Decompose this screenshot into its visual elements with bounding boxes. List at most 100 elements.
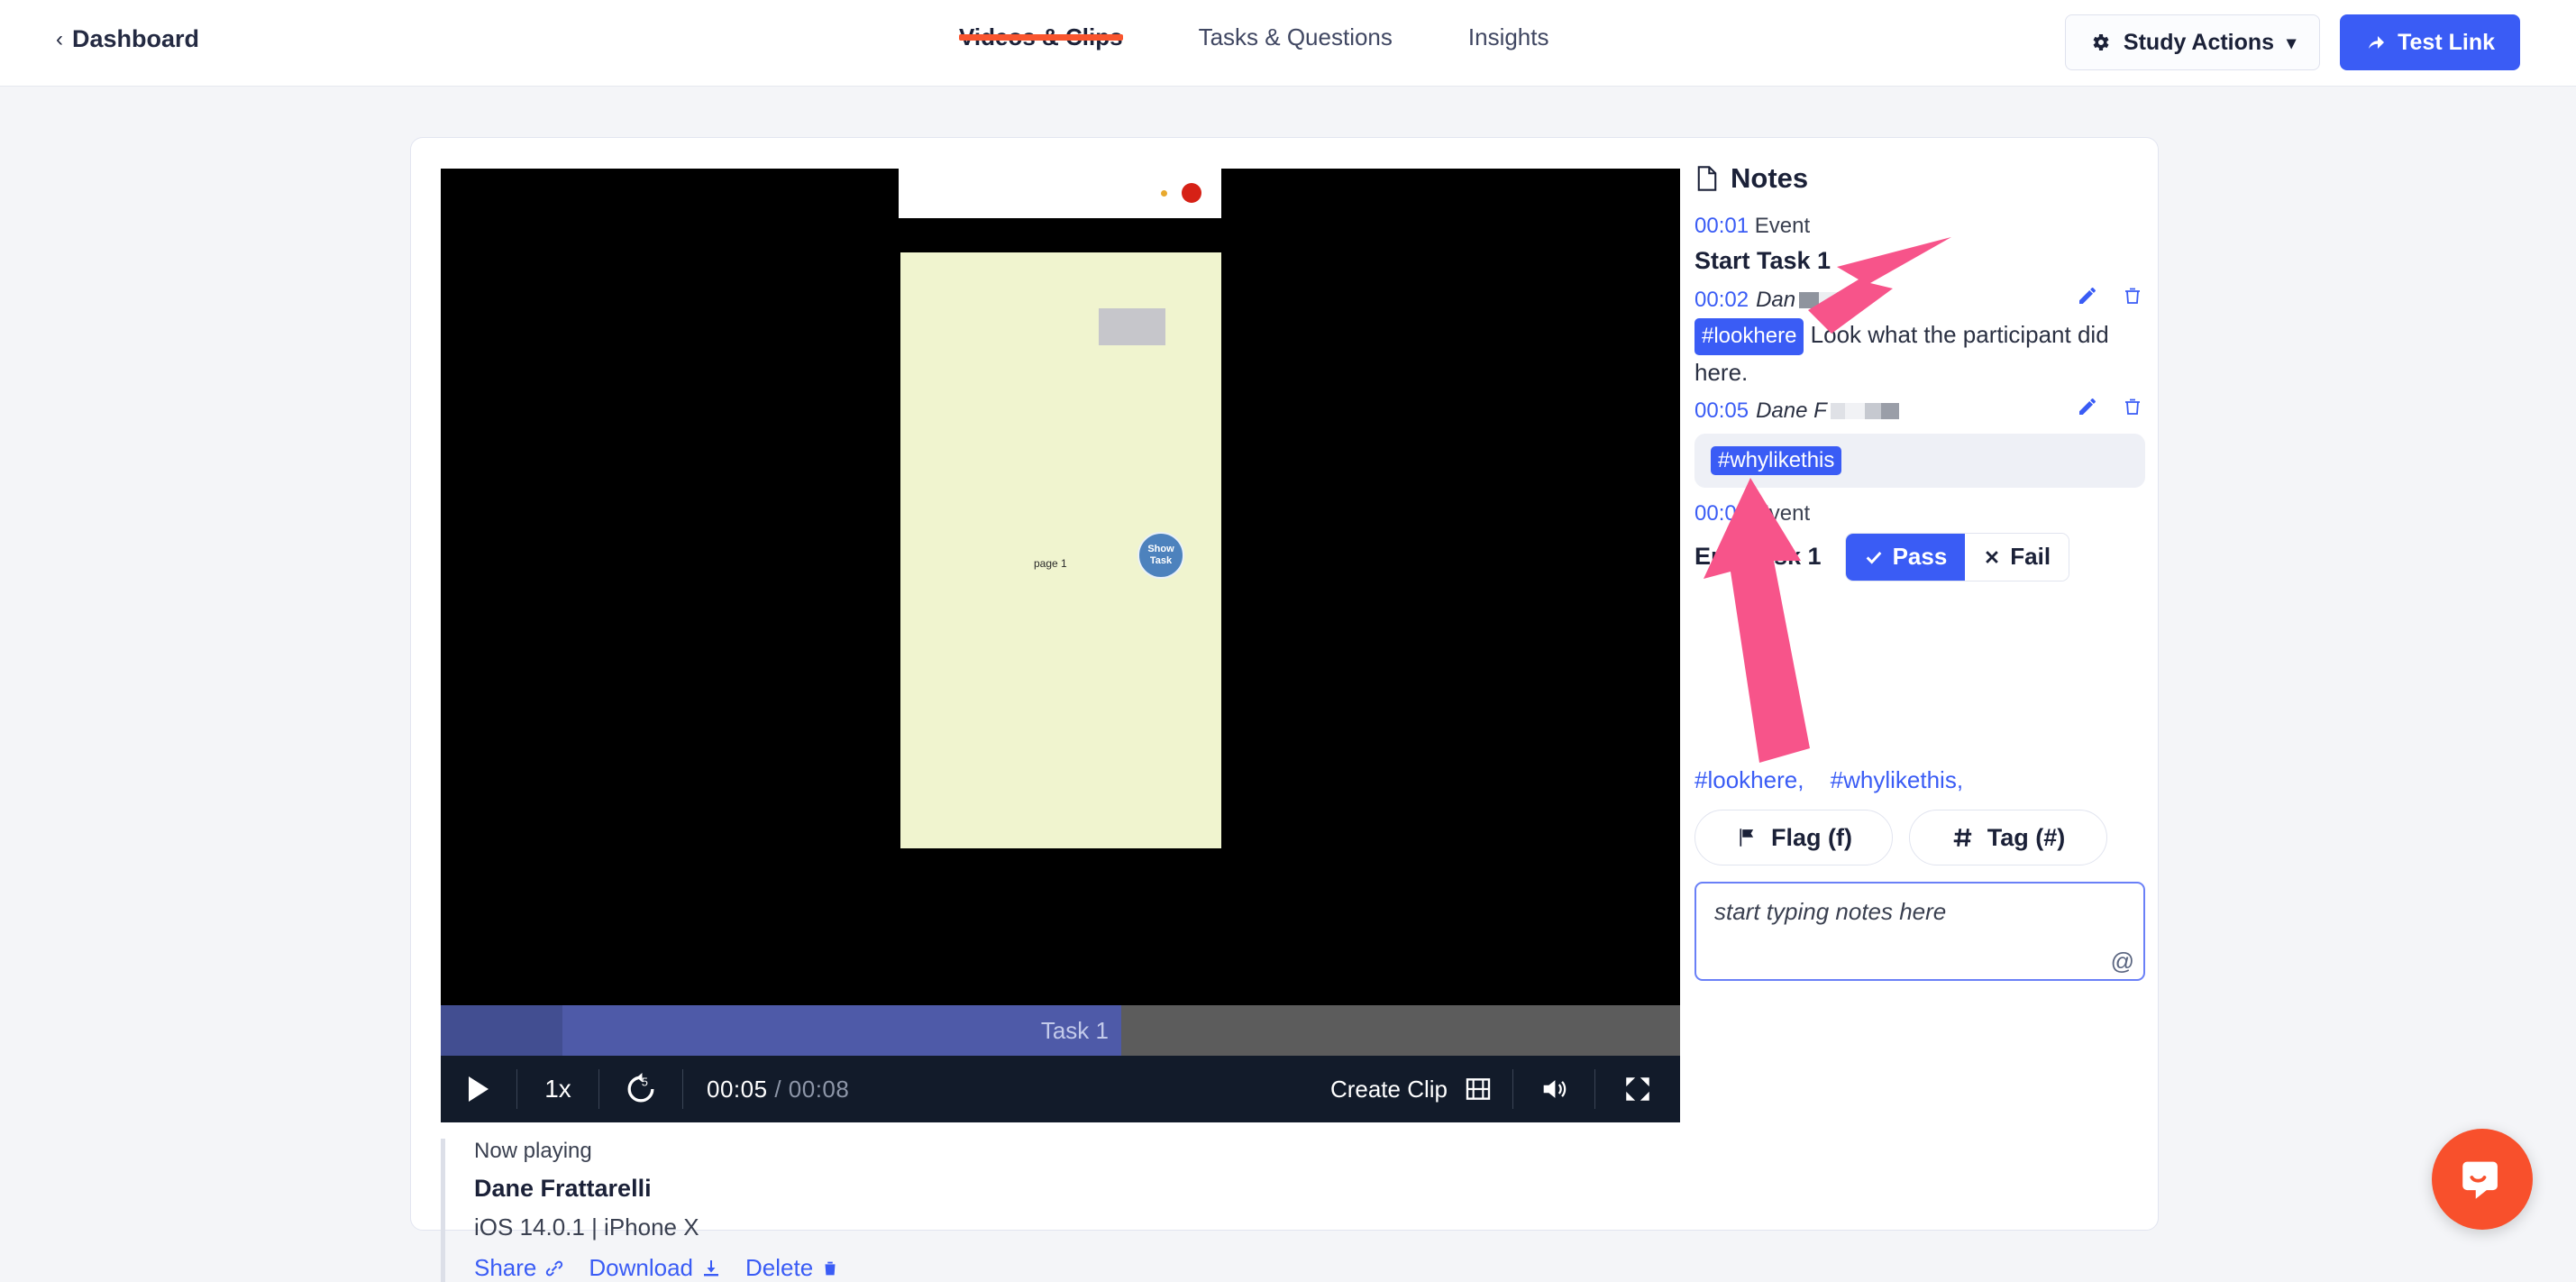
fail-label: Fail (2010, 543, 2051, 571)
chevron-left-icon: ‹ (56, 29, 63, 50)
note-timestamp: 00:08 (1694, 501, 1749, 526)
timeline-task-segment[interactable]: Task 1 (562, 1005, 1121, 1056)
trash-icon[interactable] (2122, 396, 2143, 417)
phone-screen-recording: page 1 Show Task (899, 169, 1221, 1086)
note-timestamp: 00:01 (1694, 214, 1749, 238)
note-body: #lookhere Look what the participant did … (1694, 317, 2145, 390)
playback-speed-label: 1x (544, 1075, 571, 1103)
note-event-meta: 00:08 Event (1694, 497, 2145, 530)
fullscreen-button[interactable] (1595, 1056, 1680, 1122)
note-action-buttons: Flag (f) Tag (#) (1694, 810, 2107, 865)
rewind-5-icon: 5 (621, 1069, 661, 1109)
note-input-wrapper[interactable]: @ (1694, 882, 2145, 981)
trash-icon (820, 1259, 840, 1278)
note-event-title: Start Task 1 (1694, 243, 2145, 279)
play-icon (469, 1076, 489, 1102)
share-arrow-icon (2365, 32, 2387, 53)
tag-button[interactable]: Tag (#) (1909, 810, 2107, 865)
end-task-row: End Task 1 Pass Fail (1694, 533, 2145, 581)
main-tabs: Videos & Clips Tasks & Questions Insight… (959, 0, 1549, 87)
flag-button[interactable]: Flag (f) (1694, 810, 1893, 865)
note-action-icons (2077, 285, 2143, 307)
tag-link-lookhere[interactable]: #lookhere, (1694, 766, 1804, 793)
red-recording-dot (1182, 183, 1201, 203)
rewind-5-button[interactable]: 5 (599, 1056, 682, 1122)
trash-icon[interactable] (2122, 285, 2143, 307)
study-actions-button[interactable]: Study Actions ▾ (2065, 14, 2320, 70)
redacted-author-block (1831, 403, 1899, 419)
video-controls-bar: 1x 5 00:05 / 00:08 Create Clip (441, 1056, 1680, 1122)
show-task-line1: Show (1147, 544, 1174, 555)
intercom-launcher-button[interactable] (2432, 1129, 2533, 1230)
notes-panel-header: Notes (1694, 162, 2145, 195)
back-to-dashboard-label: Dashboard (72, 25, 199, 53)
video-timeline-scrubber[interactable]: Task 1 (441, 1005, 1680, 1056)
timeline-task-label: Task 1 (1041, 1017, 1109, 1045)
header-actions: Study Actions ▾ Test Link (2065, 14, 2520, 70)
tab-tasks-and-questions-label: Tasks & Questions (1199, 23, 1393, 50)
now-playing-panel: Now playing Dane Frattarelli iOS 14.0.1 … (441, 1139, 1072, 1282)
delete-link[interactable]: Delete (745, 1254, 840, 1282)
play-button[interactable] (441, 1056, 516, 1122)
time-separator: / (774, 1076, 781, 1103)
note-item-whylikethis[interactable]: 00:05 Dane F #whylikethis (1694, 394, 2145, 488)
page-label: page 1 (1034, 557, 1067, 570)
download-icon (700, 1258, 722, 1279)
note-event-end-task[interactable]: 00:08 Event End Task 1 Pass Fail (1694, 497, 2145, 581)
share-link[interactable]: Share (474, 1254, 565, 1282)
note-event-start-task[interactable]: 00:01 Event Start Task 1 (1694, 209, 2145, 279)
show-task-button[interactable]: Show Task (1137, 532, 1184, 579)
film-icon (1464, 1075, 1493, 1103)
pencil-icon[interactable] (2077, 396, 2098, 417)
tab-insights-label: Insights (1468, 23, 1549, 50)
fullscreen-icon (1622, 1074, 1653, 1104)
tab-videos-and-clips[interactable]: Videos & Clips (959, 0, 1123, 51)
video-player-viewport[interactable]: page 1 Show Task (441, 169, 1680, 1086)
x-icon (1983, 548, 2001, 566)
volume-button[interactable] (1513, 1056, 1594, 1122)
tab-tasks-and-questions[interactable]: Tasks & Questions (1199, 0, 1393, 51)
note-highlighted-body[interactable]: #whylikethis (1694, 434, 2145, 488)
pass-button[interactable]: Pass (1846, 534, 1966, 581)
tab-videos-and-clips-label: Videos & Clips (959, 23, 1123, 50)
note-input[interactable] (1696, 884, 2143, 979)
tab-insights[interactable]: Insights (1468, 0, 1549, 51)
now-playing-participant: Dane Frattarelli (474, 1175, 1072, 1203)
pencil-icon[interactable] (2077, 285, 2098, 307)
note-tag-chip[interactable]: #whylikethis (1711, 446, 1841, 475)
share-label: Share (474, 1254, 536, 1282)
back-to-dashboard-link[interactable]: ‹ Dashboard (56, 25, 199, 53)
flag-button-label: Flag (f) (1771, 824, 1852, 852)
show-task-line2: Task (1150, 555, 1172, 567)
check-icon (1864, 547, 1884, 567)
timeline-played-segment (441, 1005, 562, 1056)
svg-text:5: 5 (642, 1076, 648, 1089)
now-playing-actions: Share Download Delete (474, 1254, 1072, 1282)
link-icon (544, 1258, 565, 1279)
create-clip-button[interactable]: Create Clip (1330, 1056, 1512, 1122)
top-header-bar: ‹ Dashboard Videos & Clips Tasks & Quest… (0, 0, 2576, 87)
note-kind: Event (1755, 214, 1810, 238)
note-author: Dan (1756, 283, 1795, 317)
note-tag-chip[interactable]: #lookhere (1694, 318, 1804, 354)
download-link[interactable]: Download (589, 1254, 722, 1282)
study-actions-label: Study Actions (2124, 30, 2274, 56)
hash-icon (1951, 826, 1975, 849)
at-icon[interactable]: @ (2111, 948, 2134, 975)
note-author-row: 00:02 Dan (1694, 283, 2145, 317)
playback-speed-button[interactable]: 1x (517, 1056, 598, 1122)
pass-label: Pass (1893, 543, 1948, 571)
document-icon (1694, 165, 1720, 192)
test-link-button[interactable]: Test Link (2340, 14, 2520, 70)
create-clip-label: Create Clip (1330, 1076, 1448, 1103)
current-time: 00:05 (707, 1076, 768, 1103)
chevron-down-icon: ▾ (2287, 32, 2296, 54)
pass-fail-toggle: Pass Fail (1845, 533, 2070, 581)
placeholder-image-block (1099, 308, 1165, 345)
fail-button[interactable]: Fail (1965, 534, 2069, 581)
note-item-lookhere[interactable]: 00:02 Dan #lookhere Look what the partic… (1694, 283, 2145, 390)
phone-status-bar (899, 169, 1221, 218)
tag-link-whylikethis[interactable]: #whylikethis, (1831, 766, 1963, 793)
orange-indicator-dot (1161, 190, 1167, 197)
chat-bubble-icon (2456, 1153, 2508, 1205)
